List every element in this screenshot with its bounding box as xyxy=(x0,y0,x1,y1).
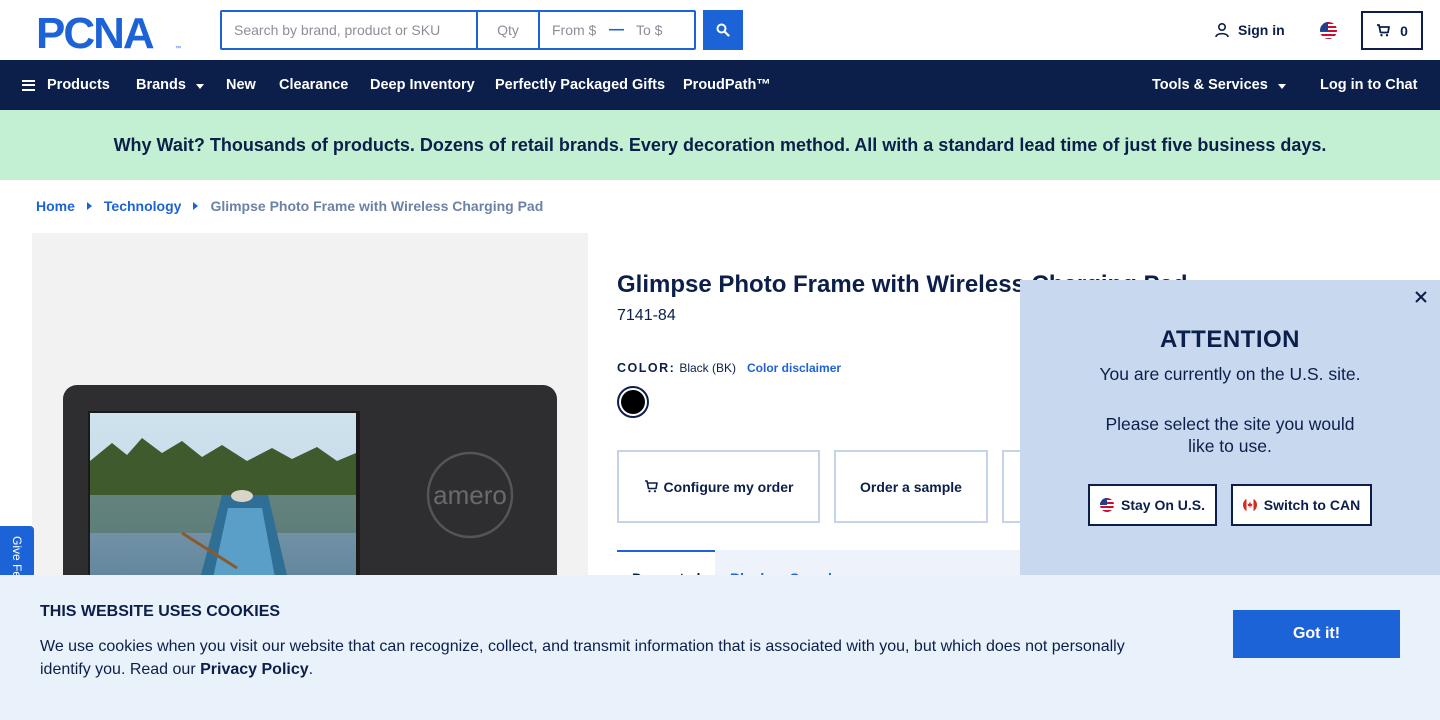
canada-flag-icon xyxy=(1242,498,1257,512)
nav-proudpath[interactable]: ProudPath™ xyxy=(683,60,771,110)
price-range-dash: — xyxy=(609,21,625,38)
price-to-input[interactable] xyxy=(624,12,694,48)
cart-icon xyxy=(1377,24,1390,37)
swatch-fill xyxy=(621,390,645,414)
nav-gifts[interactable]: Perfectly Packaged Gifts xyxy=(495,60,665,110)
nav-deep-inventory[interactable]: Deep Inventory xyxy=(370,60,475,110)
search-button[interactable] xyxy=(703,10,743,50)
switch-label: Switch to CAN xyxy=(1263,497,1361,513)
color-row: COLOR: Black (BK) Color disclaimer xyxy=(617,361,841,375)
cookie-period: . xyxy=(308,661,314,678)
search-input[interactable] xyxy=(222,12,478,48)
nav-chat[interactable]: Log in to Chat xyxy=(1320,60,1417,110)
nav-brands[interactable]: Brands xyxy=(136,60,204,110)
close-icon[interactable] xyxy=(1412,288,1430,306)
search-icon xyxy=(716,23,730,37)
configure-label: Configure my order xyxy=(663,478,794,495)
color-swatch-black[interactable] xyxy=(617,386,649,418)
privacy-policy-link[interactable]: Privacy Policy xyxy=(200,661,309,678)
main-nav: Products Brands New Clearance Deep Inven… xyxy=(0,60,1440,110)
popup-title: ATTENTION xyxy=(1159,326,1301,353)
menu-icon xyxy=(22,79,35,91)
sign-in-link[interactable]: Sign in xyxy=(1214,22,1285,38)
chevron-right-icon xyxy=(86,202,92,210)
sign-in-label: Sign in xyxy=(1238,22,1285,38)
popup-message: You are currently on the U.S. site. xyxy=(1099,364,1361,384)
stay-us-button[interactable]: Stay On U.S. xyxy=(1088,484,1217,526)
cart-button[interactable]: 0 xyxy=(1361,11,1423,50)
stay-label: Stay On U.S. xyxy=(1120,497,1206,513)
product-sku: 7141-84 xyxy=(617,307,676,324)
cart-icon xyxy=(644,480,658,493)
site-select-popup: ATTENTION You are currently on the U.S. … xyxy=(1020,280,1440,576)
got-it-button[interactable]: Got it! xyxy=(1233,610,1400,658)
user-icon xyxy=(1215,22,1229,38)
pcna-logo[interactable]: PCNA ™ xyxy=(36,10,186,52)
cookie-title: THIS WEBSITE USES COOKIES xyxy=(40,603,281,620)
color-value: Black (BK) xyxy=(679,361,736,375)
breadcrumb-current: Glimpse Photo Frame with Wireless Chargi… xyxy=(210,198,544,214)
nav-products[interactable]: Products xyxy=(22,60,110,110)
sample-label: Order a sample xyxy=(860,478,962,495)
nav-products-label: Products xyxy=(47,77,110,93)
us-flag-icon[interactable] xyxy=(1320,22,1337,39)
breadcrumb-home[interactable]: Home xyxy=(36,198,75,214)
cookie-banner: THIS WEBSITE USES COOKIES We use cookies… xyxy=(0,575,1440,720)
color-label: COLOR: xyxy=(617,361,676,375)
nav-brands-label: Brands xyxy=(136,77,186,93)
nav-tools-services[interactable]: Tools & Services xyxy=(1152,60,1286,110)
cookie-text: We use cookies when you visit our websit… xyxy=(40,635,1150,681)
logo-text: PCNA xyxy=(36,10,154,52)
chevron-down-icon xyxy=(1277,84,1286,89)
breadcrumb-category[interactable]: Technology xyxy=(104,198,182,214)
product-brand-text: amero xyxy=(433,480,507,510)
chevron-down-icon xyxy=(195,84,204,89)
top-header: PCNA ™ — Sign in xyxy=(0,0,1440,60)
popup-instruction: Please select the site you would like to… xyxy=(1105,414,1355,456)
price-from-input[interactable] xyxy=(540,12,610,48)
cart-count: 0 xyxy=(1400,22,1408,39)
chevron-right-icon xyxy=(193,202,199,210)
configure-order-button[interactable]: Configure my order xyxy=(617,450,820,523)
nav-tools-label: Tools & Services xyxy=(1152,77,1268,93)
svg-text:™: ™ xyxy=(175,45,181,52)
promo-banner: Why Wait? Thousands of products. Dozens … xyxy=(0,110,1440,180)
us-flag-icon xyxy=(1099,498,1114,512)
switch-can-button[interactable]: Switch to CAN xyxy=(1231,484,1372,526)
breadcrumb: Home Technology Glimpse Photo Frame with… xyxy=(36,198,543,214)
order-sample-button[interactable]: Order a sample xyxy=(834,450,988,523)
nav-new[interactable]: New xyxy=(226,60,256,110)
color-disclaimer-link[interactable]: Color disclaimer xyxy=(747,361,841,375)
search-group: — xyxy=(220,10,696,50)
nav-clearance[interactable]: Clearance xyxy=(279,60,348,110)
qty-input[interactable] xyxy=(478,12,540,48)
